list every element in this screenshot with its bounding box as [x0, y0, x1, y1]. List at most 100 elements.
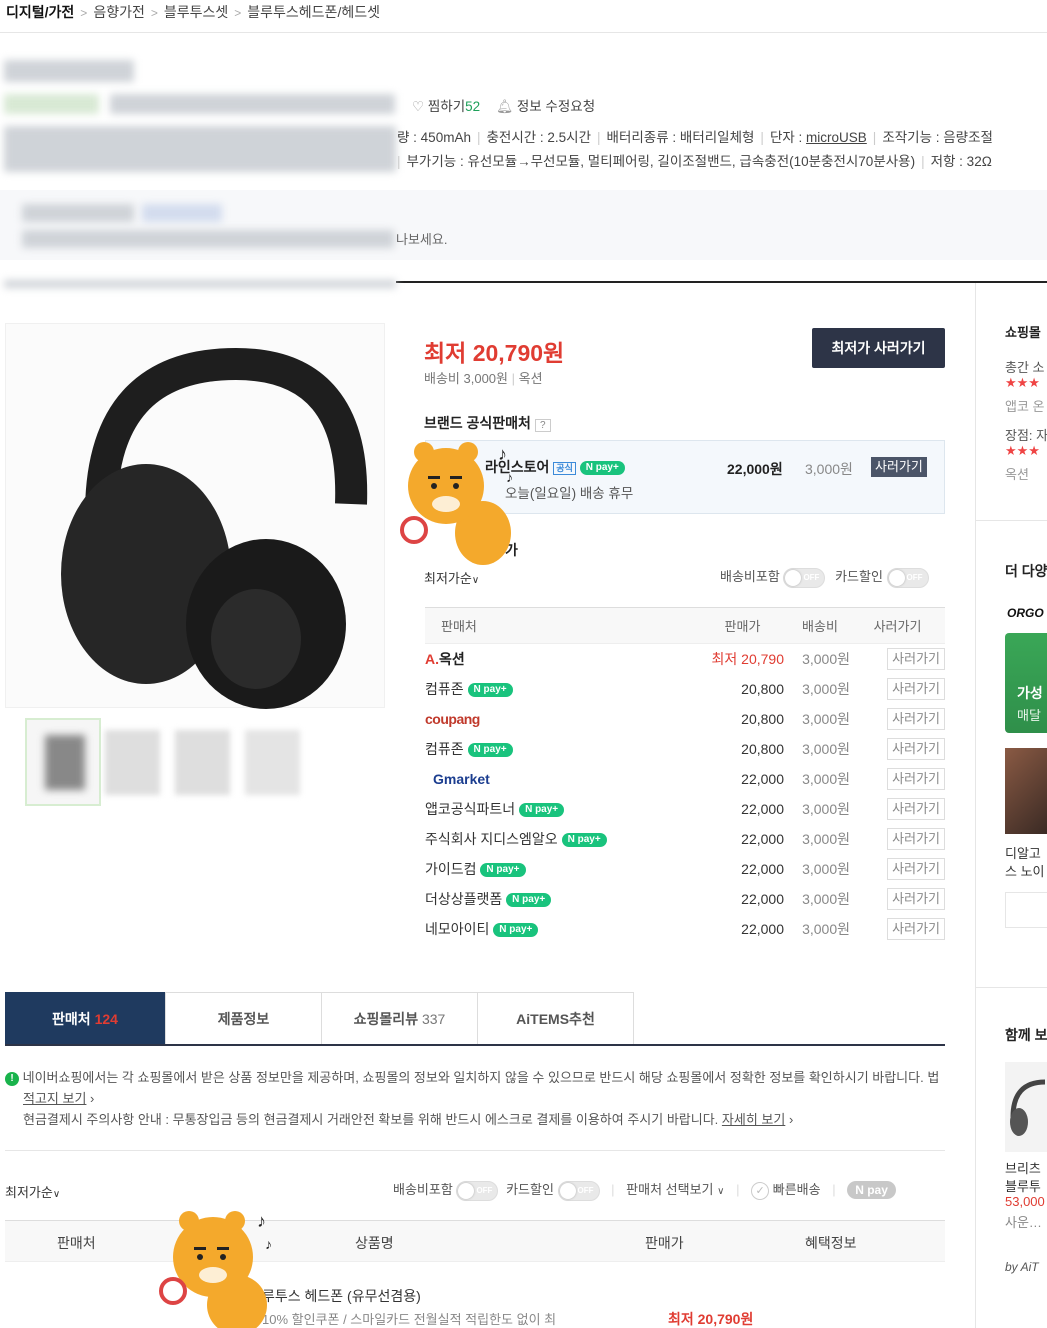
brand-title-text: 브랜드 공식판매처 — [424, 415, 531, 431]
product-title-blurred — [4, 60, 134, 82]
headphone-image — [61, 347, 368, 709]
seller-buy-button[interactable]: 사러가기 — [887, 797, 945, 820]
edit-request-button[interactable]: 🔔︎ 정보 수정요청 — [496, 99, 595, 114]
card-toggle[interactable]: OFF — [886, 567, 929, 588]
seller-price: 22,000 — [741, 860, 784, 877]
card-toggle-2[interactable]: OFF — [557, 1180, 600, 1201]
seller-row[interactable]: 컴퓨존 N pay+ 20,800 3,000원 사러가기 — [425, 674, 945, 704]
tab-product-info[interactable]: 제품정보 — [165, 992, 322, 1044]
coupang-logo[interactable]: coupang — [425, 711, 480, 727]
brand-logo[interactable]: ORGO — [1007, 606, 1044, 620]
ship-toggle[interactable]: OFF — [783, 567, 826, 588]
spec-control: 조작기능 : 음량조절 — [882, 130, 993, 145]
character-sticker-2: ♪ ♪ — [159, 1211, 272, 1328]
sort-dropdown[interactable]: 최저가순∨ — [424, 568, 479, 587]
seller-row[interactable]: 더상상플랫폼 N pay+ 22,000 3,000원 사러가기 — [425, 884, 945, 914]
lowest-price: 최저 20,790원 — [424, 340, 565, 366]
seller-row[interactable]: 컴퓨존 N pay+ 20,800 3,000원 사러가기 — [425, 734, 945, 764]
right-review-2-source: 옥션 — [1005, 467, 1029, 482]
seller-buy-button[interactable]: 사러가기 — [887, 827, 945, 850]
seller-buy-button[interactable]: 사러가기 — [887, 857, 945, 880]
seller-buy-button[interactable]: 사러가기 — [887, 767, 945, 790]
seller-name[interactable]: 네모아이티 — [425, 921, 489, 937]
promo-banner[interactable]: 가성 매달 — [1005, 633, 1047, 733]
seller-name[interactable]: 컴퓨존 — [425, 741, 464, 757]
breadcrumb-item-4[interactable]: 블루투스헤드폰/헤드셋 — [247, 4, 380, 20]
spec-line-2: | 부가기능 : 유선모듈→무선모듈, 멀티페어링, 길이조절밴드, 급속충전(1… — [397, 154, 992, 169]
ship-toggle-label-2: 배송비포함 — [393, 1182, 453, 1197]
breadcrumb-item-1[interactable]: 디지털/가전 — [6, 4, 74, 20]
promo-caption-1: 디알고 — [1005, 846, 1041, 861]
right-column-divider — [975, 283, 976, 1328]
spec-terminal-link[interactable]: microUSB — [806, 130, 867, 145]
notice-title-blurred — [22, 204, 134, 222]
info-notice: ! 네이버쇼핑에서는 각 쇼핑몰에서 받은 상품 정보만을 제공하며, 쇼핑몰의… — [5, 1067, 945, 1130]
svg-text:♪: ♪ — [498, 444, 507, 464]
seller-name[interactable]: 컴퓨존 — [425, 681, 464, 697]
seller-name[interactable]: 가이드컴 — [425, 861, 477, 877]
related-product-name-1[interactable]: 브리츠 — [1005, 1158, 1041, 1177]
bottom-col-product: 상품명 — [355, 1235, 394, 1251]
sort-dropdown-2[interactable]: 최저가순∨ — [5, 1182, 60, 1201]
tab-aitems[interactable]: AiTEMS추천 — [477, 992, 634, 1044]
seller-row[interactable]: 가이드컴 N pay+ 22,000 3,000원 사러가기 — [425, 854, 945, 884]
seller-row[interactable]: 앱코공식파트너 N pay+ 22,000 3,000원 사러가기 — [425, 794, 945, 824]
tab-reviews[interactable]: 쇼핑몰리뷰 337 — [321, 992, 478, 1044]
auction-logo[interactable]: A.옥션 — [425, 651, 465, 667]
tab-bar: 판매처 124 제품정보 쇼핑몰리뷰 337 AiTEMS추천 — [5, 992, 945, 1046]
seller-row[interactable]: 주식회사 지디스엠알오 N pay+ 22,000 3,000원 사러가기 — [425, 824, 945, 854]
wish-button[interactable]: ♡ 찜하기52 — [412, 99, 480, 114]
right-review-1[interactable]: 총간 소 — [1005, 357, 1045, 376]
seller-row[interactable]: Gmarket 22,000 3,000원 사러가기 — [425, 764, 945, 794]
character-sticker-1: ♪ ♪ — [400, 442, 513, 565]
breadcrumb-item-3[interactable]: 블루투스셋 — [164, 4, 228, 20]
brand-title: 브랜드 공식판매처 ? — [424, 413, 551, 433]
seller-buy-button[interactable]: 사러가기 — [887, 677, 945, 700]
related-product-image[interactable] — [1005, 1062, 1047, 1152]
help-icon[interactable]: ? — [534, 419, 551, 432]
breadcrumb-item-2[interactable]: 음향가전 — [93, 4, 145, 20]
detail-link[interactable]: 자세히 보기 — [722, 1112, 785, 1127]
thumbnail-2[interactable] — [105, 730, 160, 795]
seller-buy-button[interactable]: 사러가기 — [887, 707, 945, 730]
breadcrumb: 디지털/가전 > 음향가전 > 블루투스셋 > 블루투스헤드폰/헤드셋 — [6, 4, 380, 20]
thumbnail-4[interactable] — [245, 730, 300, 795]
seller-name[interactable]: 더상상플랫폼 — [425, 891, 502, 907]
seller-price: 22,000 — [741, 830, 784, 847]
legal-notice-link[interactable]: 적고지 보기 — [23, 1091, 86, 1106]
seller-row[interactable]: A.옥션 최저 20,790 3,000원 사러가기 — [425, 644, 945, 674]
star-rating-1: ★★★ — [1005, 375, 1040, 390]
main-divider — [396, 281, 1047, 283]
bottom-row-title[interactable]: 루투스 헤드폰 (유무선겸용) — [262, 1286, 421, 1306]
tab-sellers[interactable]: 판매처 124 — [5, 992, 165, 1044]
seller-buy-button[interactable]: 사러가기 — [887, 647, 945, 670]
bottom-col-seller: 판매처 — [57, 1235, 96, 1251]
product-image[interactable] — [5, 323, 385, 709]
seller-buy-button[interactable]: 사러가기 — [887, 887, 945, 910]
brand-buy-button[interactable]: 사러가기 — [871, 457, 927, 477]
seller-select-dropdown[interactable]: 판매처 선택보기 — [626, 1182, 713, 1197]
bottom-col-price: 판매가 — [645, 1235, 684, 1251]
gmarket-logo[interactable]: Gmarket — [425, 771, 490, 787]
lowest-buy-button[interactable]: 최저가 사러가기 — [812, 328, 945, 368]
spec-extra-features: 부가기능 : 유선모듈→무선모듈, 멀티페어링, 길이조절밴드, 급속충전(10… — [406, 154, 916, 169]
seller-buy-button[interactable]: 사러가기 — [887, 917, 945, 940]
check-icon[interactable]: ✓ — [751, 1181, 770, 1200]
right-review-2[interactable]: 장점: 자 — [1005, 425, 1047, 444]
svg-text:♪: ♪ — [265, 1236, 272, 1252]
seller-buy-button[interactable]: 사러가기 — [887, 737, 945, 760]
promo-banner-sub: 매달 — [1017, 708, 1041, 723]
npay-filter-button[interactable]: N pay — [847, 1181, 896, 1199]
seller-row[interactable]: 네모아이티 N pay+ 22,000 3,000원 사러가기 — [425, 914, 945, 944]
right-section-title-3: 함께 보 — [1005, 1027, 1047, 1043]
more-button[interactable] — [1005, 892, 1047, 928]
spec-capacity: 량 : 450mAh — [397, 130, 471, 145]
divider — [976, 520, 1047, 521]
seller-name[interactable]: 앱코공식파트너 — [425, 801, 515, 817]
ship-toggle-2[interactable]: OFF — [456, 1180, 499, 1201]
shipping-fee: 배송비 3,000원 — [424, 371, 508, 386]
seller-name[interactable]: 주식회사 지디스엠알오 — [425, 831, 558, 847]
seller-row[interactable]: coupang 20,800 3,000원 사러가기 — [425, 704, 945, 734]
promo-image[interactable] — [1005, 748, 1047, 834]
thumbnail-3[interactable] — [175, 730, 230, 795]
